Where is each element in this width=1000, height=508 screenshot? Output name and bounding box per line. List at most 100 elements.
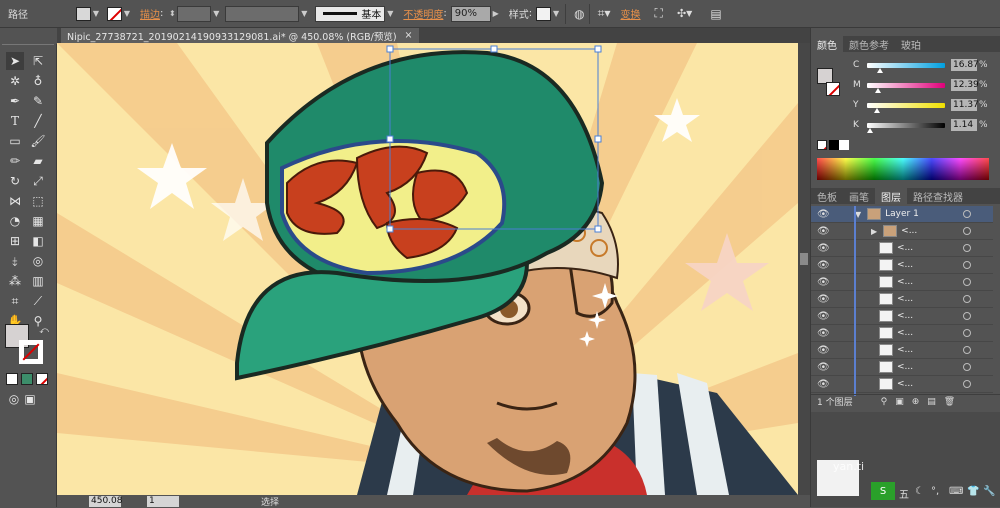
tab-color-guide[interactable]: 颜色参考 [843,36,895,52]
artwork[interactable] [57,43,798,495]
yellow-value[interactable]: 11.37 [953,100,979,110]
line-tool-icon[interactable]: ╱ [29,112,47,130]
chevron-down-icon[interactable]: ▼ [551,7,561,21]
layer-row[interactable]: 👁 <... [811,257,993,274]
tab-brushes-label[interactable]: 画笔 [849,189,869,204]
tab-layers-label[interactable]: 图层 [881,189,901,204]
chevron-right-icon[interactable]: ▶ [491,7,501,21]
free-transform-tool-icon[interactable]: ⬚ [29,192,47,210]
cyan-slider[interactable] [867,62,945,73]
punctuation-icon[interactable]: °, [931,486,939,497]
tab-swatches-label[interactable]: 色板 [817,189,837,204]
chevron-down-icon[interactable]: ▼ [385,7,395,21]
direct-selection-tool-icon[interactable]: ⇱ [29,52,47,70]
vertical-scrollbar[interactable] [798,43,810,495]
target-circle-icon[interactable] [963,380,971,388]
align-icon[interactable]: ⌗ ▼ [598,0,611,28]
magenta-value[interactable]: 12.39 [953,80,979,90]
layer-name[interactable]: <... [901,226,917,236]
layer-row[interactable]: 👁 <... [811,308,993,325]
eyedropper-tool-icon[interactable]: ⤈ [6,252,24,270]
magenta-slider[interactable] [867,82,945,93]
stroke-weight-field[interactable] [177,5,212,22]
eye-icon[interactable]: 👁 [817,362,831,373]
layer-row[interactable]: 👁 <... [811,359,993,376]
arrange-icon[interactable]: ✣ ▼ [677,0,692,28]
none-chip[interactable] [817,140,827,150]
opacity-label[interactable]: 不透明度 [403,6,443,21]
black-value[interactable]: 1.14 [953,120,973,130]
shape-builder-tool-icon[interactable]: ◔ [6,212,24,230]
color-spectrum[interactable] [817,158,989,180]
blend-tool-icon[interactable]: ◎ [29,252,47,270]
eye-icon[interactable]: 👁 [817,209,831,220]
tab-pathfinder-label[interactable]: 路径查找器 [913,189,963,204]
graphic-style-swatch[interactable]: ▼ [536,0,561,28]
rectangle-tool-icon[interactable]: ▭ [6,132,24,150]
layer-row[interactable]: 👁 <... [811,376,993,393]
page-field[interactable]: 1 [147,495,179,507]
swap-fill-stroke-icon[interactable]: ⤺ [35,322,53,340]
target-circle-icon[interactable] [963,227,971,235]
target-circle-icon[interactable] [963,346,971,354]
slider-knob[interactable] [874,107,880,113]
layer-row[interactable]: 👁 <... [811,291,993,308]
eye-icon[interactable]: 👁 [817,311,831,322]
layer-name[interactable]: <... [897,294,913,304]
opacity-link[interactable]: 不透明度: [403,0,446,28]
ime-logo-icon[interactable]: S [871,482,895,500]
symbol-sprayer-tool-icon[interactable]: ⁂ [6,272,24,290]
layer-row[interactable]: 👁 ▶ <... [811,223,993,240]
target-circle-icon[interactable] [963,295,971,303]
ime-mode-label[interactable]: 五 [899,486,909,501]
layer-name[interactable]: Layer 1 [885,209,919,219]
chevron-down-icon[interactable]: ▼ [122,7,132,21]
gradient-mode-icon[interactable] [21,373,33,385]
lasso-tool-icon[interactable]: ♁ [29,72,47,90]
transform-link[interactable]: 变换 [621,0,641,28]
eraser-tool-icon[interactable]: ▰ [29,152,47,170]
target-circle-icon[interactable] [963,278,971,286]
page-value[interactable]: 1 [149,496,155,506]
scale-tool-icon[interactable]: ⤢ [29,172,47,190]
transform-label[interactable]: 变换 [621,6,641,21]
tab-third-label[interactable]: 玻珀 [901,37,921,52]
locate-object-icon[interactable]: ⚲ [881,397,888,407]
zoom-value[interactable]: 450.08 [91,496,123,506]
layer-row[interactable]: 👁 <... [811,240,993,257]
slider-knob[interactable] [867,127,873,133]
black-chip[interactable] [829,140,839,150]
pen-tool-icon[interactable]: ✒ [6,92,24,110]
eye-icon[interactable]: 👁 [817,243,831,254]
pencil-tool-icon[interactable]: ✏ [6,152,24,170]
slider-knob[interactable] [875,87,881,93]
variable-width-field[interactable] [225,5,300,22]
layer-row[interactable]: 👁 <... [811,274,993,291]
layer-name[interactable]: <... [897,328,913,338]
keyboard-icon[interactable]: ⌨ [949,486,963,497]
target-circle-icon[interactable] [963,244,971,252]
recolor-icon[interactable]: ◍ [574,0,584,28]
tab-color-label[interactable]: 颜色 [817,37,837,52]
skin-icon[interactable]: 👕 [967,486,979,497]
tab-pathfinder[interactable]: 路径查找器 [907,188,969,204]
rotate-tool-icon[interactable]: ↻ [6,172,24,190]
expand-triangle-icon[interactable]: ▶ [871,227,877,236]
fill-swatch[interactable] [76,6,91,21]
eye-icon[interactable]: 👁 [817,277,831,288]
scrollbar-thumb[interactable] [800,253,808,265]
slider-knob[interactable] [877,67,883,73]
yellow-value-field[interactable]: 11.37 [951,99,979,111]
settings-wrench-icon[interactable]: 🔧 [983,486,995,497]
graph-tool-icon[interactable]: ▥ [29,272,47,290]
opacity-dropdown[interactable]: 90% ▶ [450,0,501,28]
stroke-color-swatch[interactable]: ▼ [107,0,132,28]
cyan-value[interactable]: 16.87 [953,60,979,70]
chevron-down-icon[interactable]: ▼ [211,7,221,21]
magenta-value-field[interactable]: 12.39 [951,79,979,91]
moon-icon[interactable]: ☾ [915,486,924,497]
style-swatch[interactable] [536,6,552,21]
layer-name[interactable]: <... [897,311,913,321]
cyan-value-field[interactable]: 16.87 [951,59,979,71]
none-swatch[interactable] [107,6,122,21]
